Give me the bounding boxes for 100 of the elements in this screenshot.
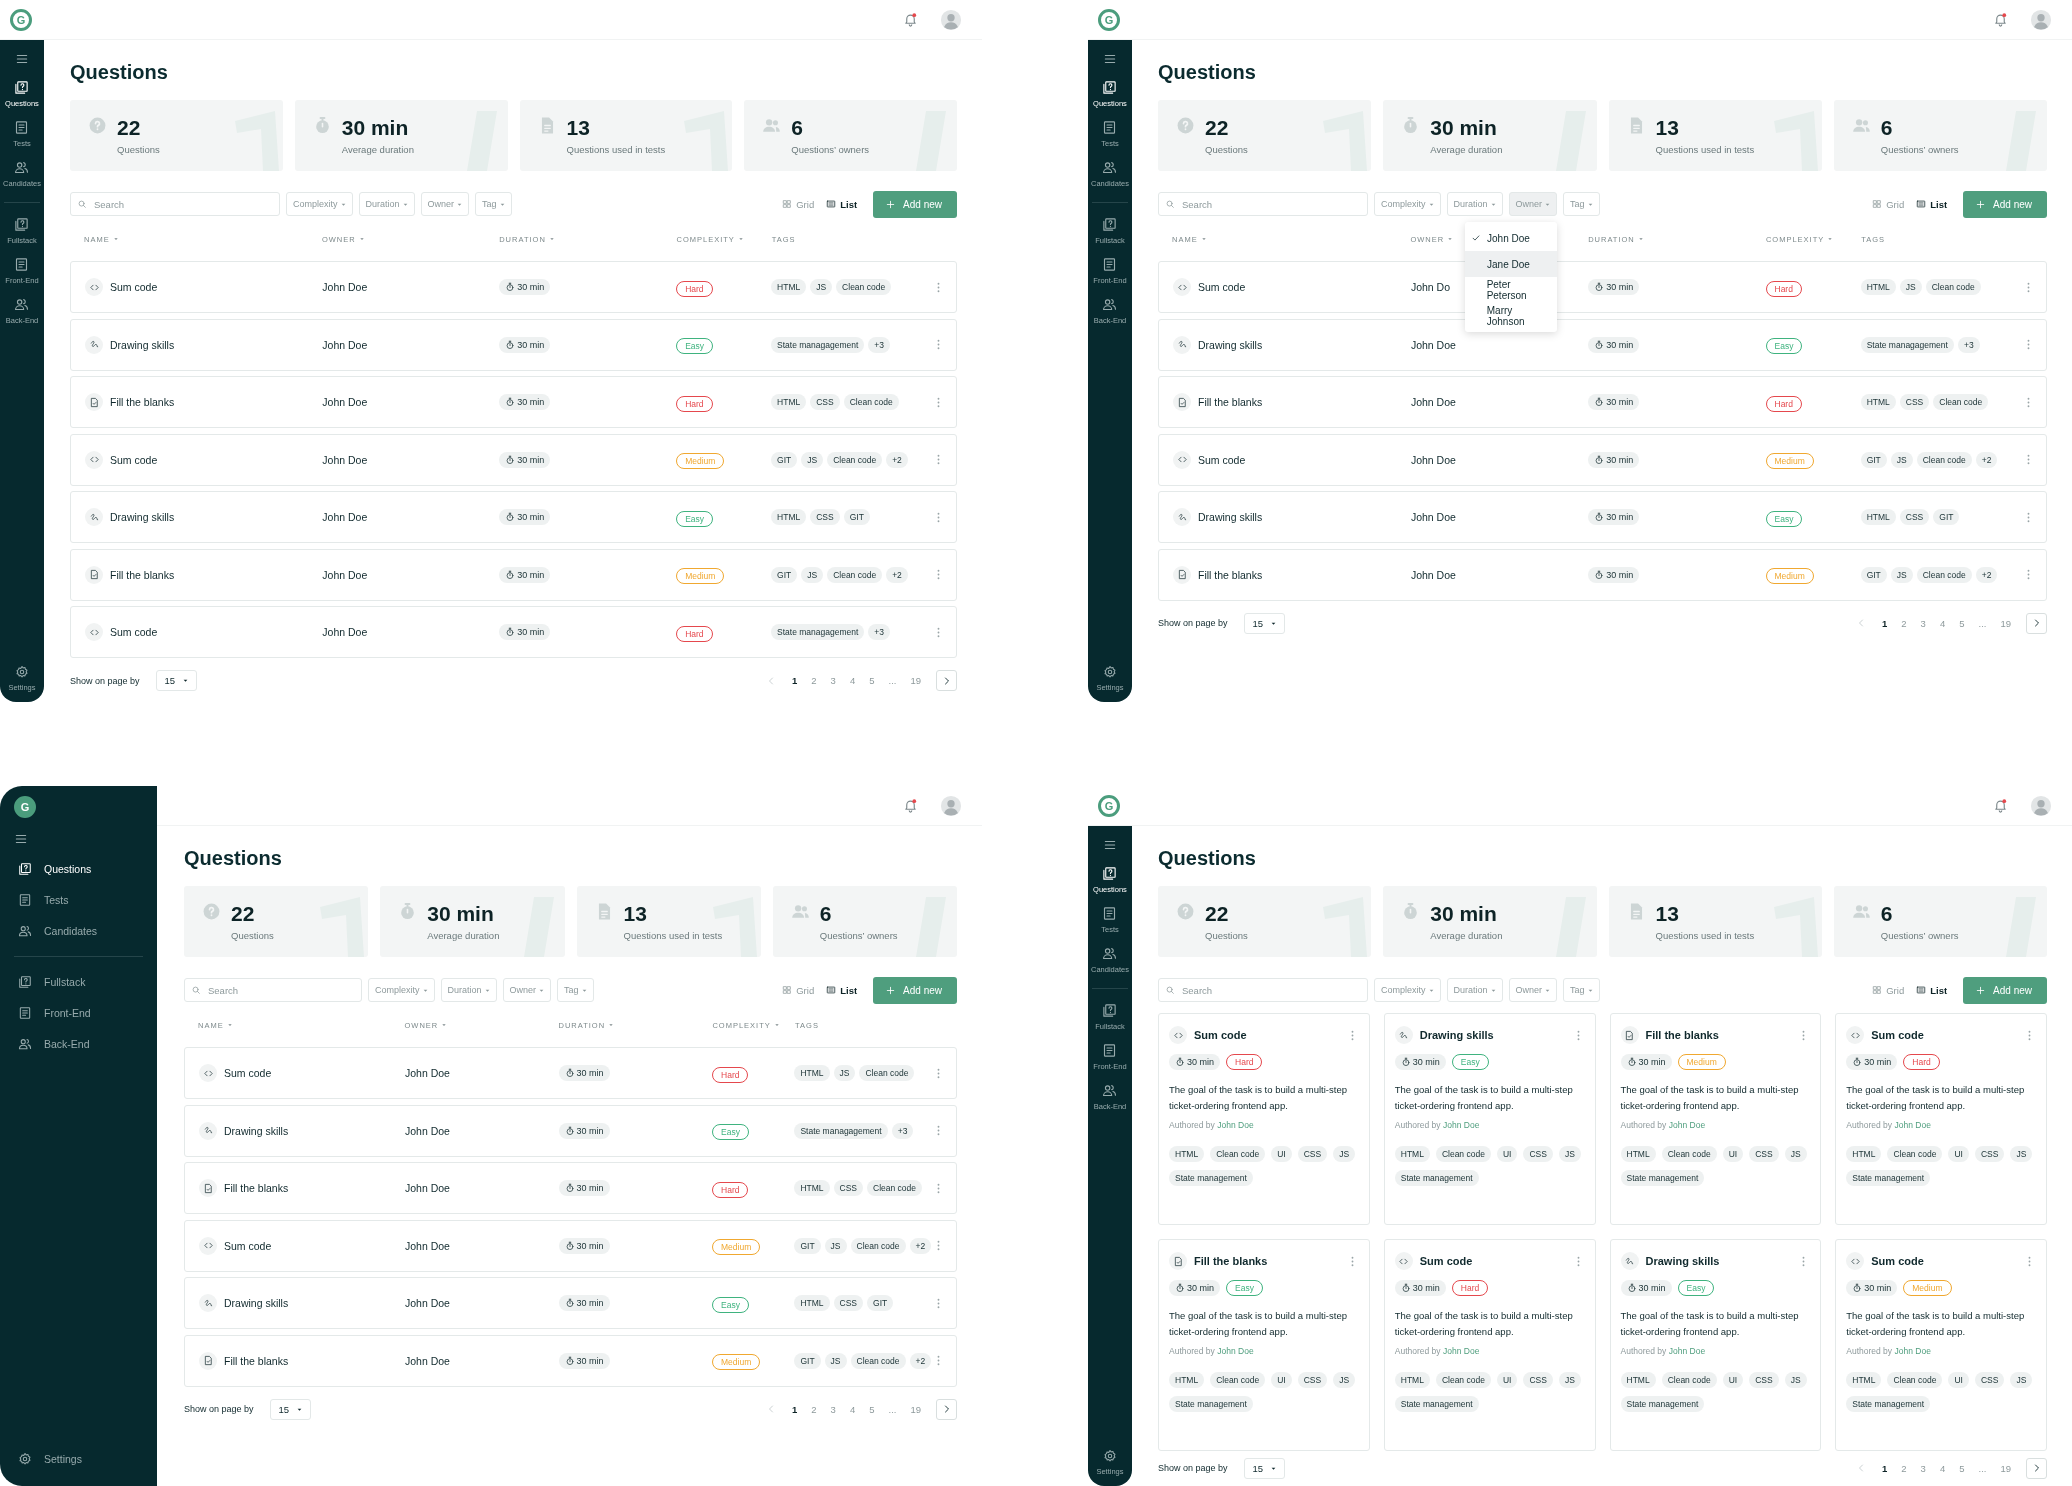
sidebar-item[interactable]: Candidates bbox=[14, 920, 143, 942]
question-row[interactable]: Fill the blanks John Doe 30 min Medium GIT JS Clean code +2 bbox=[184, 1334, 957, 1387]
sidebar-item[interactable]: Front-End bbox=[14, 1002, 143, 1024]
author-link[interactable]: John Doe bbox=[1217, 1346, 1254, 1356]
page-link[interactable]: 5 bbox=[1954, 617, 1970, 629]
search-field[interactable]: Search bbox=[70, 192, 280, 216]
menu-icon[interactable] bbox=[1103, 838, 1117, 852]
page-link[interactable]: ... bbox=[883, 675, 902, 686]
add-new-button[interactable]: Add new bbox=[873, 976, 957, 1004]
page-link[interactable]: 2 bbox=[1896, 617, 1912, 629]
question-card[interactable]: Drawing skills 30 min Easy The goal of the task is to build a multi-step ticket-ordering frontend app. Authored by John Doe HTML Clean code UI CSS JS State management bbox=[1383, 1013, 1596, 1225]
question-card[interactable]: Sum code 30 min Hard The goal of the task is to build a multi-step ticket-ordering frontend app. Authored by John Doe HTML Clean code UI CSS JS State management bbox=[1835, 1013, 2047, 1225]
view-toggle[interactable]: List bbox=[1916, 198, 1948, 210]
next-page-button[interactable] bbox=[2026, 612, 2047, 634]
page-link[interactable]: 3 bbox=[1915, 1462, 1931, 1474]
question-row[interactable]: Sum code John Doe 30 min Hard HTML JS Clean code bbox=[70, 261, 957, 313]
menu-icon[interactable] bbox=[15, 52, 29, 66]
view-toggle[interactable]: Grid bbox=[1872, 198, 1905, 210]
page-size-select[interactable]: 15 bbox=[1243, 1457, 1286, 1479]
page-link[interactable]: 5 bbox=[1954, 1462, 1970, 1474]
page-link[interactable]: 3 bbox=[825, 1403, 841, 1415]
author-link[interactable]: John Doe bbox=[1442, 1120, 1480, 1130]
question-row[interactable]: Fill the blanks John Doe 30 min Hard HTML CSS Clean code bbox=[184, 1162, 957, 1214]
page-link[interactable]: 1 bbox=[787, 675, 803, 686]
search-field[interactable]: Search bbox=[1158, 192, 1368, 216]
page-link[interactable]: ... bbox=[1973, 617, 1992, 629]
user-avatar[interactable] bbox=[940, 8, 962, 31]
menu-icon[interactable] bbox=[14, 832, 28, 846]
question-card[interactable]: Sum code 30 min Medium The goal of the task is to build a multi-step ticket-ordering frontend app. Authored by John Doe HTML Clean code UI CSS JS State management bbox=[1835, 1239, 2047, 1451]
author-link[interactable]: John Doe bbox=[1217, 1120, 1254, 1130]
page-link[interactable]: 4 bbox=[1934, 1462, 1951, 1474]
view-toggle[interactable]: Grid bbox=[1872, 984, 1905, 996]
logo[interactable]: G bbox=[1098, 794, 1120, 817]
menu-item[interactable]: Marry Johnson bbox=[1465, 303, 1558, 329]
logo[interactable]: G bbox=[10, 8, 32, 31]
view-toggle[interactable]: Grid bbox=[782, 198, 815, 210]
sidebar-item[interactable]: Fullstack bbox=[14, 971, 143, 993]
sidebar-item[interactable]: Back-End bbox=[14, 1033, 143, 1055]
view-toggle[interactable]: List bbox=[826, 198, 858, 210]
sidebar-item[interactable]: Tests bbox=[14, 889, 143, 911]
question-card[interactable]: Fill the blanks 30 min Easy The goal of the task is to build a multi-step ticket-ordering frontend app. Authored by John Doe HTML Clean code UI CSS JS State management bbox=[1158, 1239, 1370, 1451]
question-row[interactable]: Sum code John Doe 30 min Medium GIT JS Clean code +2 bbox=[1158, 433, 2047, 486]
user-avatar[interactable] bbox=[940, 794, 962, 817]
filter-dropdown[interactable]: Duration bbox=[1446, 192, 1503, 216]
page-link[interactable]: 4 bbox=[844, 675, 861, 686]
next-page-button[interactable] bbox=[2026, 1457, 2047, 1479]
sidebar-item[interactable]: Questions bbox=[14, 858, 143, 880]
filter-dropdown[interactable]: Duration bbox=[358, 192, 415, 216]
question-row[interactable]: Sum code John Doe 30 min Medium GIT JS Clean code +2 bbox=[70, 433, 957, 486]
page-link[interactable]: 3 bbox=[825, 675, 841, 686]
page-link[interactable]: 19 bbox=[905, 1403, 926, 1415]
question-row[interactable]: Drawing skills John Doe 30 min Easy State managagement +3 bbox=[70, 318, 957, 371]
filter-dropdown[interactable]: Complexity bbox=[1374, 978, 1441, 1002]
filter-dropdown[interactable]: Complexity bbox=[1374, 192, 1441, 216]
page-link[interactable]: 4 bbox=[1934, 617, 1951, 629]
question-row[interactable]: Fill the blanks John Doe 30 min Medium GIT JS Clean code +2 bbox=[70, 548, 957, 601]
page-size-select[interactable]: 15 bbox=[1243, 612, 1286, 634]
page-link[interactable]: 2 bbox=[806, 1403, 822, 1415]
view-toggle[interactable]: List bbox=[1916, 984, 1948, 996]
add-new-button[interactable]: Add new bbox=[1963, 976, 2047, 1004]
user-avatar[interactable] bbox=[2030, 8, 2052, 31]
author-link[interactable]: John Doe bbox=[1894, 1346, 1931, 1356]
filter-dropdown[interactable]: Duration bbox=[440, 978, 497, 1002]
question-row[interactable]: Drawing skills John Doe 30 min Easy HTML CSS GIT bbox=[70, 491, 957, 543]
question-row[interactable]: Sum code John Doe 30 min Hard State managagement +3 bbox=[70, 606, 957, 658]
page-link[interactable]: 1 bbox=[1877, 1462, 1893, 1474]
question-card[interactable]: Drawing skills 30 min Easy The goal of the task is to build a multi-step ticket-ordering frontend app. Authored by John Doe HTML Clean code UI CSS JS State management bbox=[1609, 1239, 1822, 1451]
filter-dropdown[interactable]: Complexity bbox=[368, 978, 435, 1002]
page-size-select[interactable]: 15 bbox=[155, 670, 198, 691]
page-link[interactable]: 5 bbox=[864, 675, 880, 686]
menu-item[interactable]: John Doe bbox=[1465, 225, 1558, 251]
menu-icon[interactable] bbox=[1103, 52, 1117, 66]
page-link[interactable]: 5 bbox=[864, 1403, 880, 1415]
question-row[interactable]: Fill the blanks John Doe 30 min Hard HTML CSS Clean code bbox=[70, 376, 957, 428]
notification-bell-icon[interactable] bbox=[903, 798, 918, 813]
author-link[interactable]: John Doe bbox=[1442, 1346, 1480, 1356]
page-link[interactable]: 4 bbox=[844, 1403, 861, 1415]
view-toggle[interactable]: Grid bbox=[782, 984, 815, 996]
filter-dropdown[interactable]: Tag bbox=[1563, 978, 1600, 1002]
next-page-button[interactable] bbox=[936, 670, 957, 691]
author-link[interactable]: John Doe bbox=[1668, 1120, 1706, 1130]
filter-dropdown[interactable]: Complexity bbox=[286, 192, 353, 216]
add-new-button[interactable]: Add new bbox=[873, 190, 957, 218]
filter-dropdown[interactable]: Tag bbox=[557, 978, 594, 1002]
notification-bell-icon[interactable] bbox=[1993, 12, 2008, 27]
page-link[interactable]: 19 bbox=[1995, 1462, 2016, 1474]
menu-item[interactable]: Peter Peterson bbox=[1465, 277, 1558, 303]
question-row[interactable]: Fill the blanks John Doe 30 min Medium GIT JS Clean code +2 bbox=[1158, 548, 2047, 601]
filter-dropdown[interactable]: Owner bbox=[502, 978, 552, 1002]
page-link[interactable]: 19 bbox=[905, 675, 926, 686]
author-link[interactable]: John Doe bbox=[1668, 1346, 1706, 1356]
page-link[interactable]: 2 bbox=[806, 675, 822, 686]
user-avatar[interactable] bbox=[2030, 794, 2052, 817]
add-new-button[interactable]: Add new bbox=[1963, 190, 2047, 218]
question-card[interactable]: Sum code 30 min Hard The goal of the task is to build a multi-step ticket-ordering frontend app. Authored by John Doe HTML Clean code UI CSS JS State management bbox=[1158, 1013, 1370, 1225]
filter-dropdown[interactable]: Owner bbox=[1508, 192, 1558, 216]
page-size-select[interactable]: 15 bbox=[269, 1398, 312, 1420]
notification-bell-icon[interactable] bbox=[903, 12, 918, 27]
logo[interactable]: G bbox=[1098, 8, 1120, 31]
page-link[interactable]: 3 bbox=[1915, 617, 1931, 629]
